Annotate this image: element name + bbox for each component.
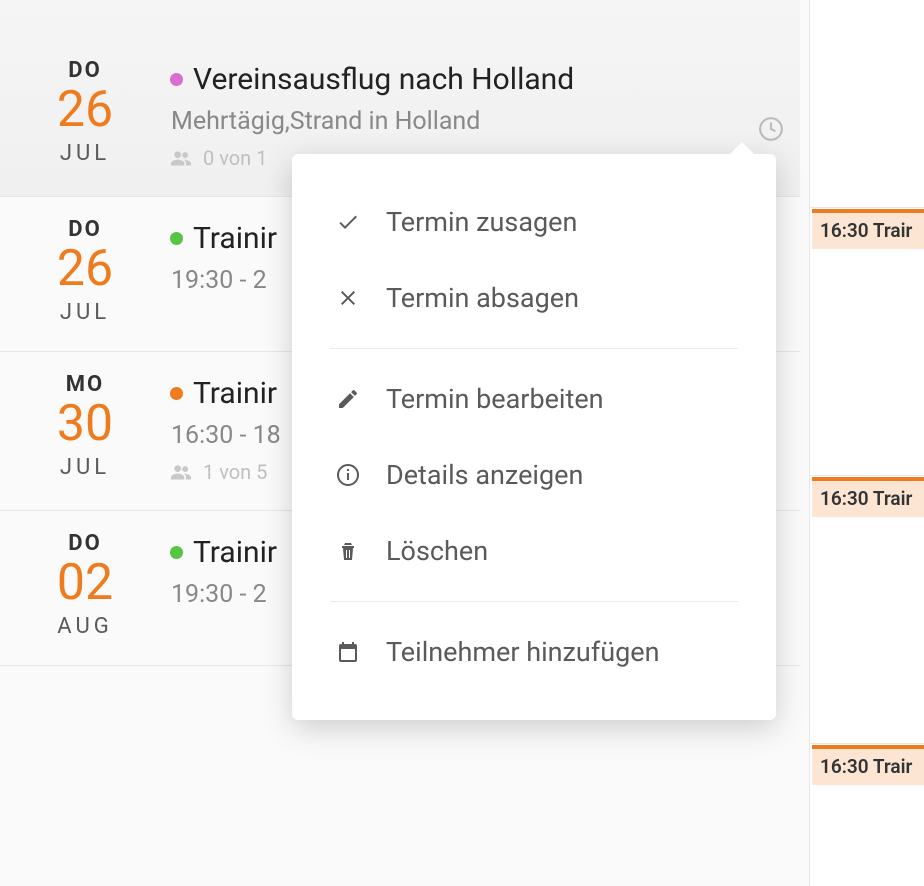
date-day: 02 (0, 558, 170, 608)
trash-icon (336, 539, 360, 563)
event-options-button[interactable] (758, 116, 784, 142)
calendar-person-icon (336, 640, 360, 664)
date-weekday: DO (0, 58, 170, 83)
day-cell[interactable]: 16:30 Trair (810, 208, 924, 476)
event-date: MO 30 JUL (0, 372, 170, 484)
menu-divider (330, 601, 738, 602)
calendar-chip[interactable]: 16:30 Trair (812, 745, 924, 785)
menu-label: Teilnehmer hinzufügen (386, 636, 659, 668)
close-icon (336, 286, 360, 310)
menu-divider (330, 348, 738, 349)
menu-item-edit[interactable]: Termin bearbeiten (292, 361, 776, 437)
category-dot-icon (170, 387, 183, 400)
event-title: Trainir (193, 376, 277, 411)
event-date: DO 26 JUL (0, 217, 170, 325)
date-month: JUL (0, 455, 170, 480)
event-date: DO 02 AUG (0, 531, 170, 639)
event-title: Vereinsausflug nach Holland (193, 62, 574, 97)
date-weekday: MO (0, 372, 170, 397)
clock-icon (758, 116, 784, 142)
menu-label: Termin zusagen (386, 206, 577, 238)
day-cell[interactable]: 16:30 Trair (810, 476, 924, 744)
menu-item-add-participants[interactable]: Teilnehmer hinzufügen (292, 614, 776, 690)
attendee-count: 1 von 5 (203, 460, 267, 484)
date-month: JUL (0, 300, 170, 325)
menu-label: Termin absagen (386, 282, 579, 314)
menu-label: Löschen (386, 535, 488, 567)
date-month: AUG (0, 614, 170, 639)
date-weekday: DO (0, 531, 170, 556)
event-subtitle: Mehrtägig,Strand in Holland (171, 107, 770, 136)
menu-item-decline[interactable]: Termin absagen (292, 260, 776, 336)
event-date: DO 26 JUL (0, 58, 170, 170)
date-month: JUL (0, 141, 170, 166)
check-icon (336, 210, 360, 234)
pencil-icon (336, 387, 360, 411)
category-dot-icon (170, 546, 183, 559)
category-dot-icon (170, 232, 183, 245)
menu-label: Termin bearbeiten (386, 383, 604, 415)
day-column: 16:30 Trair 16:30 Trair 16:30 Trair (809, 0, 924, 886)
menu-item-delete[interactable]: Löschen (292, 513, 776, 589)
menu-label: Details anzeigen (386, 459, 583, 491)
info-icon (336, 463, 360, 487)
people-icon (171, 150, 191, 166)
menu-item-accept[interactable]: Termin zusagen (292, 184, 776, 260)
context-menu: Termin zusagen Termin absagen Termin bea… (292, 154, 776, 720)
people-icon (171, 464, 191, 480)
date-day: 26 (0, 244, 170, 294)
category-dot-icon (170, 73, 183, 86)
date-weekday: DO (0, 217, 170, 242)
day-cell[interactable]: 16:30 Trair (810, 0, 924, 208)
event-title: Trainir (193, 221, 277, 256)
date-day: 30 (0, 399, 170, 449)
attendee-count: 0 von 1 (203, 146, 267, 170)
menu-item-details[interactable]: Details anzeigen (292, 437, 776, 513)
date-day: 26 (0, 85, 170, 135)
event-title: Trainir (193, 535, 277, 570)
chip-label: 16:30 Trair (820, 755, 912, 778)
